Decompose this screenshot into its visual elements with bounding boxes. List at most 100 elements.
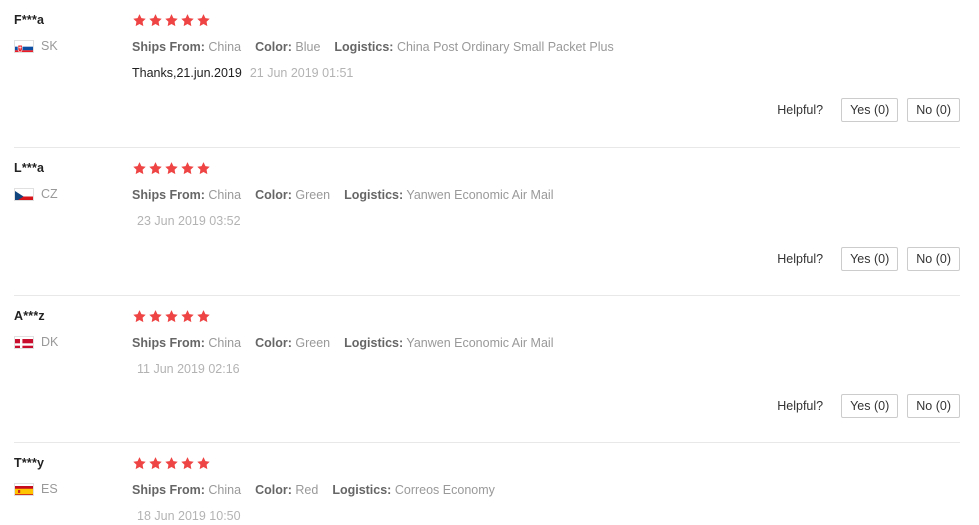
- country-code: CZ: [41, 186, 58, 201]
- helpful-no-button[interactable]: No (0): [907, 394, 960, 418]
- ships-from-label: Ships From:: [132, 188, 205, 202]
- reviewer-info: F***a SK: [14, 12, 132, 53]
- color-value: Green: [295, 336, 331, 350]
- logistics-group: Logistics: China Post Ordinary Small Pac…: [334, 40, 613, 54]
- order-attributes: Ships From: China Color: Blue Logistics: C…: [132, 39, 979, 56]
- order-attributes: Ships From: China Color: Green Logistics: …: [132, 187, 979, 204]
- review-content: Ships From: China Color: Red Logistics: Co…: [132, 455, 979, 525]
- star-icon: [164, 161, 179, 176]
- product-reviews-list: F***a SK Ships From: China Color: Blue Logis…: [0, 0, 979, 523]
- star-icon: [132, 161, 147, 176]
- star-icon: [180, 309, 195, 324]
- ships-from-label: Ships From:: [132, 483, 205, 497]
- reviewer-name: T***y: [14, 456, 45, 470]
- review-item: T***y ES Ships From: China Color: Red Logist…: [0, 442, 979, 523]
- star-icon: [164, 13, 179, 28]
- star-icon: [132, 309, 147, 324]
- review-date: 11 Jun 2019 02:16: [137, 362, 240, 376]
- logistics-group: Logistics: Yanwen Economic Air Mail: [344, 336, 553, 350]
- rating-stars: [132, 161, 979, 177]
- logistics-value: Yanwen Economic Air Mail: [406, 188, 554, 202]
- flag-slovakia-icon: [14, 39, 34, 53]
- ships-from-value: China: [208, 483, 242, 497]
- star-icon: [196, 309, 211, 324]
- star-icon: [196, 161, 211, 176]
- review-content: Ships From: China Color: Green Logistics: …: [132, 160, 979, 230]
- country-code: ES: [41, 481, 58, 496]
- reviewer-country: ES: [14, 482, 132, 496]
- logistics-group: Logistics: Correos Economy: [332, 483, 495, 497]
- color-label: Color:: [255, 188, 292, 202]
- color-label: Color:: [255, 336, 292, 350]
- color-label: Color:: [255, 40, 292, 54]
- helpful-row: Helpful? Yes (0) No (0): [777, 98, 960, 122]
- helpful-row: Helpful? Yes (0) No (0): [777, 394, 960, 418]
- helpful-no-button[interactable]: No (0): [907, 98, 960, 122]
- color-value: Blue: [295, 40, 321, 54]
- rating-stars: [132, 13, 979, 29]
- star-icon: [132, 456, 147, 471]
- reviewer-info: A***z DK: [14, 308, 132, 349]
- color-value: Red: [295, 483, 319, 497]
- ships-from-group: Ships From: China: [132, 188, 241, 202]
- helpful-label: Helpful?: [777, 252, 824, 266]
- star-icon: [132, 13, 147, 28]
- logistics-label: Logistics:: [344, 336, 404, 350]
- helpful-yes-button[interactable]: Yes (0): [841, 98, 899, 122]
- logistics-value: China Post Ordinary Small Packet Plus: [396, 40, 614, 54]
- helpful-yes-button[interactable]: Yes (0): [841, 394, 899, 418]
- review-date: 18 Jun 2019 10:50: [137, 509, 241, 523]
- reviewer-country: CZ: [14, 187, 132, 201]
- helpful-label: Helpful?: [777, 399, 824, 413]
- ships-from-group: Ships From: China: [132, 336, 241, 350]
- ships-from-value: China: [208, 336, 242, 350]
- logistics-label: Logistics:: [332, 483, 392, 497]
- ships-from-label: Ships From:: [132, 40, 205, 54]
- rating-stars: [132, 309, 979, 325]
- helpful-yes-button[interactable]: Yes (0): [841, 247, 899, 271]
- review-date: 23 Jun 2019 03:52: [137, 214, 241, 228]
- helpful-no-button[interactable]: No (0): [907, 247, 960, 271]
- star-icon: [148, 309, 163, 324]
- star-icon: [180, 456, 195, 471]
- flag-spain-icon: [14, 482, 34, 496]
- logistics-value: Correos Economy: [394, 483, 495, 497]
- logistics-group: Logistics: Yanwen Economic Air Mail: [344, 188, 553, 202]
- color-value: Green: [295, 188, 331, 202]
- ships-from-group: Ships From: China: [132, 40, 241, 54]
- flag-czechia-icon: [14, 187, 34, 201]
- review-content: Ships From: China Color: Blue Logistics: C…: [132, 12, 979, 82]
- logistics-value: Yanwen Economic Air Mail: [406, 336, 554, 350]
- ships-from-label: Ships From:: [132, 336, 205, 350]
- reviewer-country: SK: [14, 39, 132, 53]
- star-icon: [148, 161, 163, 176]
- star-icon: [180, 161, 195, 176]
- star-icon: [148, 13, 163, 28]
- color-group: Color: Green: [255, 188, 330, 202]
- review-item: L***a CZ Ships From: China Color: Green Logi…: [0, 147, 979, 295]
- reviewer-name: L***a: [14, 161, 45, 175]
- color-group: Color: Green: [255, 336, 330, 350]
- color-group: Color: Red: [255, 483, 318, 497]
- flag-denmark-icon: [14, 335, 34, 349]
- ships-from-value: China: [208, 188, 242, 202]
- country-code: DK: [41, 334, 59, 349]
- order-attributes: Ships From: China Color: Green Logistics: …: [132, 335, 979, 352]
- reviewer-name: A***z: [14, 309, 45, 323]
- rating-stars: [132, 456, 979, 472]
- review-date: 21 Jun 2019 01:51: [249, 66, 354, 80]
- star-icon: [180, 13, 195, 28]
- star-icon: [148, 456, 163, 471]
- country-code: SK: [41, 38, 58, 53]
- review-body-row: Thanks,21.jun.2019 21 Jun 2019 01:51: [132, 65, 979, 82]
- reviewer-info: L***a CZ: [14, 160, 132, 201]
- helpful-row: Helpful? Yes (0) No (0): [777, 247, 960, 271]
- star-icon: [196, 456, 211, 471]
- review-text: Thanks,21.jun.2019: [132, 66, 242, 80]
- color-group: Color: Blue: [255, 40, 320, 54]
- star-icon: [196, 13, 211, 28]
- reviewer-country: DK: [14, 335, 132, 349]
- review-item: F***a SK Ships From: China Color: Blue Logis…: [0, 0, 979, 147]
- order-attributes: Ships From: China Color: Red Logistics: Co…: [132, 482, 979, 499]
- reviewer-info: T***y ES: [14, 455, 132, 496]
